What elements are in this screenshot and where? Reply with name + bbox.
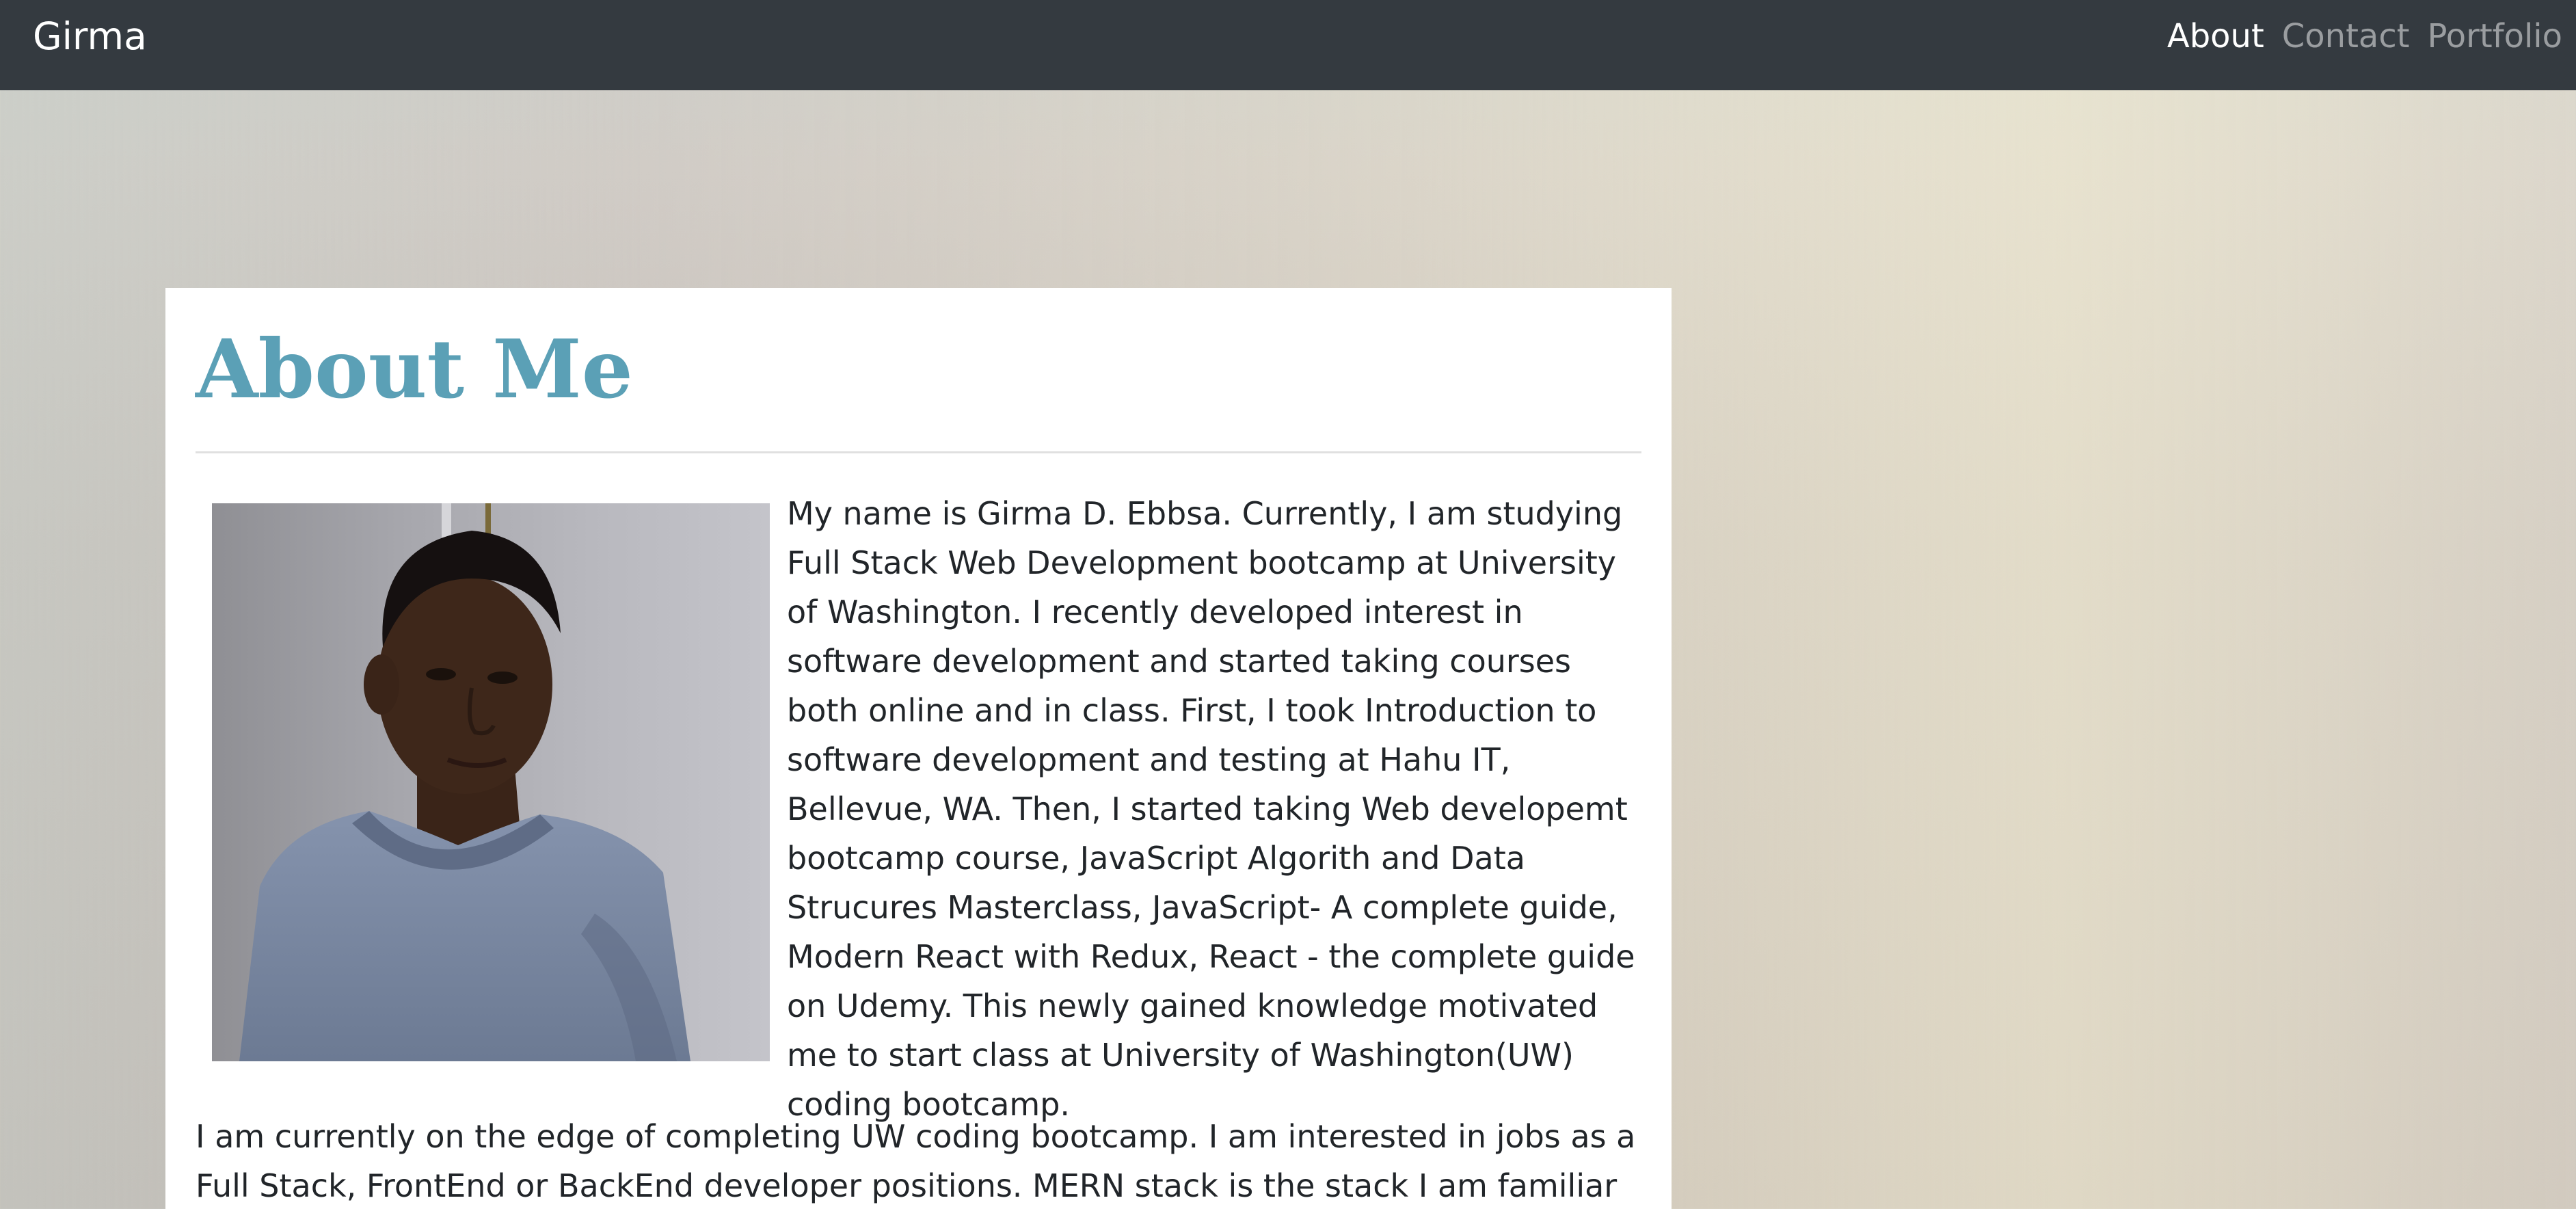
brand-link[interactable]: Girma bbox=[33, 14, 147, 59]
nav-link-contact[interactable]: Contact bbox=[2282, 14, 2410, 59]
page-title: About Me bbox=[196, 321, 633, 416]
navbar: Girma About Contact Portfolio bbox=[0, 0, 2576, 90]
title-divider bbox=[196, 451, 1641, 453]
bio-paragraph-intro: My name is Girma D. Ebbsa. Currently, I … bbox=[787, 495, 1635, 1123]
about-card: About Me My name is Girma D. Ebbsa. Curr… bbox=[165, 288, 1672, 1209]
nav-link-portfolio[interactable]: Portfolio bbox=[2428, 14, 2562, 59]
profile-photo bbox=[212, 503, 770, 1061]
nav-links: About Contact Portfolio bbox=[2167, 14, 2562, 59]
bio-paragraph-status: I am currently on the edge of completing… bbox=[196, 1118, 1636, 1204]
nav-link-about[interactable]: About bbox=[2167, 14, 2264, 59]
